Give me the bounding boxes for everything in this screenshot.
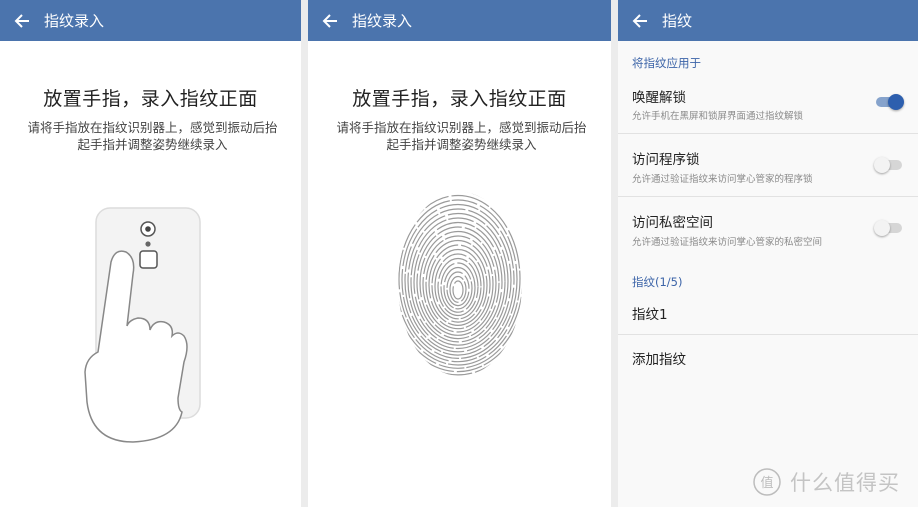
arrow-left-icon xyxy=(632,13,647,28)
toggle-thumb xyxy=(874,220,890,236)
back-button[interactable] xyxy=(618,0,662,41)
wake-unlock-toggle[interactable] xyxy=(874,94,904,110)
fingerprint-item-1[interactable]: 指纹1 xyxy=(618,290,918,335)
add-fingerprint-button[interactable]: 添加指纹 xyxy=(618,335,918,379)
app-bar: 指纹 xyxy=(618,0,918,41)
private-space-toggle[interactable] xyxy=(874,220,904,236)
apply-section-header: 将指纹应用于 xyxy=(632,56,701,70)
setting-title: 访问程序锁 xyxy=(632,152,700,168)
fingerprint-ridge xyxy=(452,280,464,300)
setting-subtitle: 允许通过验证指纹来访问掌心管家的私密空间 xyxy=(632,237,823,248)
watermark-text: 什么值得买 xyxy=(790,471,900,495)
fingerprint-settings-screen: 指纹 将指纹应用于 唤醒解锁 允许手机在黑屏和锁屏界面通过指纹解锁 访问程序锁 … xyxy=(618,0,918,507)
watermark-logo-glyph: 值 xyxy=(760,475,773,491)
watermark-logo: 值 xyxy=(753,468,781,496)
toggle-thumb xyxy=(888,94,904,110)
fingerprint-icon xyxy=(398,192,522,376)
setting-title: 唤醒解锁 xyxy=(632,90,686,106)
fingerprint-ridge xyxy=(440,262,476,313)
add-fingerprint-label: 添加指纹 xyxy=(632,352,686,368)
fingerprint-section-header: 指纹(1/5) xyxy=(632,275,683,289)
finger-on-phone-illustration xyxy=(84,207,201,443)
watermark: 值 什么值得买 xyxy=(752,466,912,498)
setting-title: 访问私密空间 xyxy=(632,215,713,231)
enroll-screen-finger: 指纹录入 放置手指，录入指纹正面 请将手指放在指纹识别器上，感觉到振动后抬 起手… xyxy=(0,0,301,507)
fingerprint-label: 指纹1 xyxy=(632,307,668,323)
enroll-screen-fingerprint: 指纹录入 放置手指，录入指纹正面 请将手指放在指纹识别器上，感觉到振动后抬 起手… xyxy=(308,0,611,507)
setting-row-private-space[interactable]: 访问私密空间 允许通过验证指纹来访问掌心管家的私密空间 xyxy=(618,197,918,259)
fingerprint-ridge xyxy=(422,235,494,333)
app-lock-toggle[interactable] xyxy=(874,157,904,173)
appbar-title: 指纹 xyxy=(662,12,693,30)
setting-subtitle: 允许通过验证指纹来访问掌心管家的程序锁 xyxy=(632,174,813,185)
setting-subtitle: 允许手机在黑屏和锁屏界面通过指纹解锁 xyxy=(632,111,804,122)
setting-row-app-lock[interactable]: 访问程序锁 允许通过验证指纹来访问掌心管家的程序锁 xyxy=(618,134,918,197)
toggle-thumb xyxy=(874,157,890,173)
setting-row-wake-unlock[interactable]: 唤醒解锁 允许手机在黑屏和锁屏界面通过指纹解锁 xyxy=(618,72,918,134)
fingerprint-ridge xyxy=(419,230,497,336)
fingerprint-ridge xyxy=(431,248,485,323)
